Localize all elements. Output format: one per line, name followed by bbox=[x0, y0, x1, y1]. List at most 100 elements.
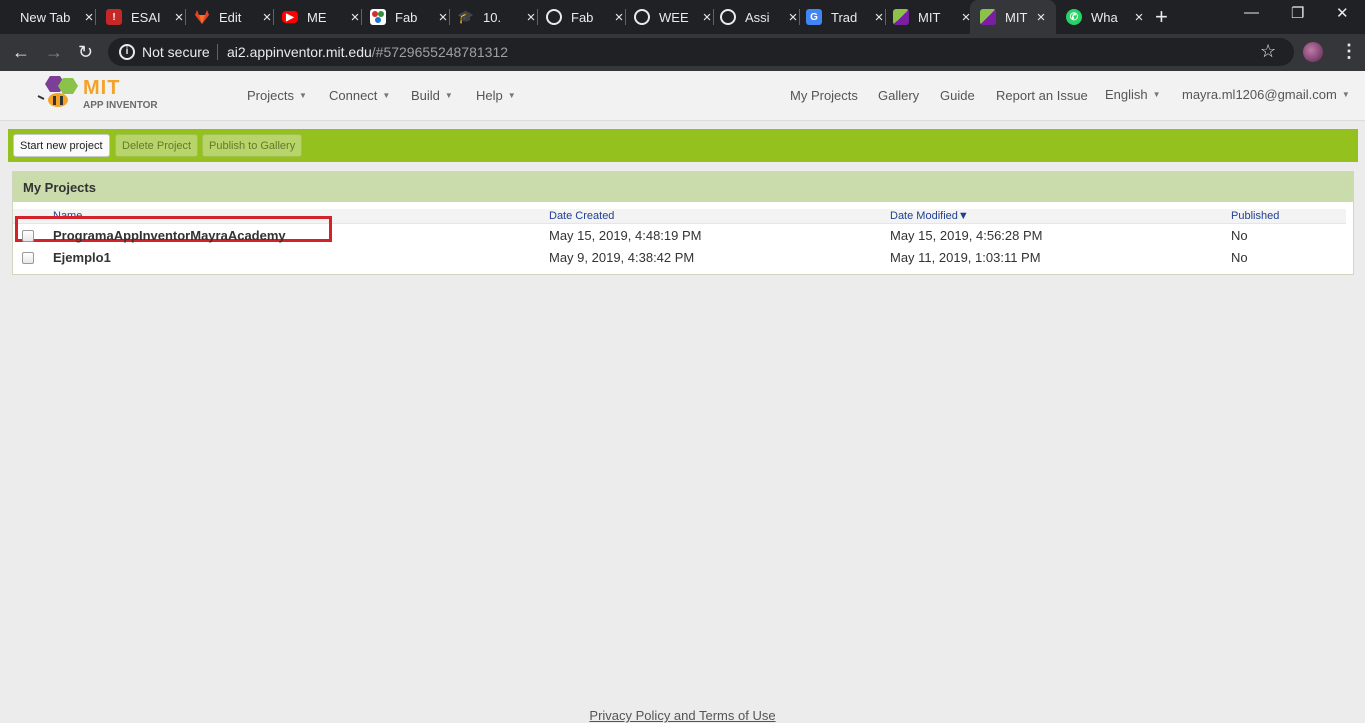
close-icon[interactable]: × bbox=[172, 9, 186, 26]
link-gallery[interactable]: Gallery bbox=[878, 88, 919, 103]
back-arrow-icon[interactable]: ← bbox=[12, 41, 30, 63]
tab-title: Assi bbox=[745, 9, 770, 25]
bookmark-star-icon[interactable]: ☆ bbox=[1260, 41, 1276, 62]
date-created: May 15, 2019, 4:48:19 PM bbox=[549, 228, 702, 243]
tab-separator bbox=[625, 9, 626, 25]
close-icon[interactable]: × bbox=[1132, 9, 1146, 26]
date-modified: May 11, 2019, 1:03:11 PM bbox=[890, 250, 1041, 265]
project-name[interactable]: Ejemplo1 bbox=[53, 250, 111, 265]
start-new-project-button[interactable]: Start new project bbox=[13, 134, 110, 157]
browser-tab[interactable]: WEE × bbox=[634, 0, 714, 34]
tab-title: Edit bbox=[219, 9, 242, 25]
delete-project-button[interactable]: Delete Project bbox=[115, 134, 199, 157]
gitlab-icon bbox=[194, 9, 210, 25]
table-row[interactable]: ProgramaAppInventorMayraAcademy May 15, … bbox=[13, 216, 1353, 247]
link-report-issue[interactable]: Report an Issue bbox=[996, 88, 1088, 103]
tab-title: MIT bbox=[1005, 9, 1028, 25]
app-inventor-logo[interactable]: MIT APP INVENTOR bbox=[36, 74, 160, 114]
reload-icon[interactable]: ↻ bbox=[78, 41, 93, 63]
tab-separator bbox=[885, 9, 886, 25]
fablab-icon bbox=[370, 9, 386, 25]
close-icon[interactable]: × bbox=[524, 9, 538, 26]
menu-kebab-icon[interactable]: ⋮ bbox=[1340, 40, 1358, 62]
address-bar[interactable]: i Not secure ai2.appinventor.mit.edu/#57… bbox=[108, 38, 1294, 66]
close-icon[interactable]: × bbox=[786, 9, 800, 26]
tab-separator bbox=[449, 9, 450, 25]
browser-tab[interactable]: ! ESAI × bbox=[106, 0, 186, 34]
close-icon[interactable]: × bbox=[1034, 9, 1048, 26]
security-label: Not secure bbox=[142, 44, 210, 60]
menu-build[interactable]: Build ▼ bbox=[411, 88, 453, 103]
app-inventor-icon bbox=[980, 9, 996, 25]
caret-down-icon: ▼ bbox=[1341, 90, 1350, 99]
published-status: No bbox=[1231, 250, 1248, 265]
logo-bee-icon bbox=[37, 76, 78, 107]
account-dropdown[interactable]: mayra.ml1206@gmail.com ▼ bbox=[1182, 87, 1350, 102]
row-checkbox[interactable] bbox=[22, 252, 34, 264]
tab-title: WEE bbox=[659, 9, 689, 25]
browser-tab[interactable]: ✆ Wha × bbox=[1066, 0, 1146, 34]
browser-tab[interactable]: New Tab × bbox=[12, 0, 96, 34]
tab-title: Fab bbox=[571, 9, 594, 25]
caret-down-icon: ▼ bbox=[298, 91, 307, 100]
browser-tab[interactable]: Edit × bbox=[194, 0, 274, 34]
projects-panel: My Projects Name Date Created Date Modif… bbox=[12, 171, 1354, 275]
logo-mit-text: MIT bbox=[83, 77, 121, 99]
column-label: Date Modified bbox=[890, 210, 958, 222]
whatsapp-icon: ✆ bbox=[1066, 9, 1082, 25]
table-row[interactable]: Ejemplo1 May 9, 2019, 4:38:42 PM May 11,… bbox=[13, 247, 1353, 269]
browser-tab[interactable]: Assi × bbox=[720, 0, 800, 34]
browser-tab[interactable]: ▶ ME × bbox=[282, 0, 362, 34]
language-dropdown[interactable]: English ▼ bbox=[1105, 87, 1161, 102]
close-window-icon[interactable]: ✕ bbox=[1336, 4, 1349, 22]
app-header: MIT APP INVENTOR Projects ▼ Connect ▼ Buil… bbox=[0, 71, 1365, 121]
close-icon[interactable]: × bbox=[872, 9, 886, 26]
link-my-projects[interactable]: My Projects bbox=[790, 88, 858, 103]
forward-arrow-icon[interactable]: → bbox=[45, 41, 63, 63]
browser-tab[interactable]: Fab × bbox=[370, 0, 450, 34]
browser-tab[interactable]: MIT × bbox=[893, 0, 973, 34]
account-email: mayra.ml1206@gmail.com bbox=[1182, 87, 1337, 102]
publish-to-gallery-button[interactable]: Publish to Gallery bbox=[202, 134, 303, 157]
menu-connect[interactable]: Connect ▼ bbox=[329, 88, 390, 103]
column-header-date-created[interactable]: Date Created bbox=[549, 210, 614, 222]
menu-help[interactable]: Help ▼ bbox=[476, 88, 516, 103]
globe-icon bbox=[546, 9, 562, 25]
url-text[interactable]: ai2.appinventor.mit.edu/#572965524878131… bbox=[227, 44, 508, 60]
tab-separator bbox=[95, 9, 96, 25]
menu-projects[interactable]: Projects ▼ bbox=[247, 88, 307, 103]
url-separator bbox=[217, 44, 218, 60]
menu-label: Connect bbox=[329, 88, 378, 103]
minimize-icon[interactable]: — bbox=[1244, 4, 1259, 21]
close-icon[interactable]: × bbox=[82, 9, 96, 26]
close-icon[interactable]: × bbox=[612, 9, 626, 26]
date-modified: May 15, 2019, 4:56:28 PM bbox=[890, 228, 1043, 243]
browser-tab[interactable]: G Trad × bbox=[806, 0, 886, 34]
privacy-policy-link[interactable]: Privacy Policy and Terms of Use bbox=[0, 708, 1365, 723]
browser-tab-active[interactable]: MIT × bbox=[970, 0, 1056, 34]
restore-icon[interactable]: ❐ bbox=[1291, 4, 1304, 22]
app-inventor-icon bbox=[893, 9, 909, 25]
close-icon[interactable]: × bbox=[700, 9, 714, 26]
close-icon[interactable]: × bbox=[436, 9, 450, 26]
project-name[interactable]: ProgramaAppInventorMayraAcademy bbox=[53, 228, 286, 243]
sort-desc-icon: ▼ bbox=[957, 210, 969, 222]
globe-icon bbox=[634, 9, 650, 25]
info-icon[interactable]: i bbox=[119, 44, 135, 60]
translate-icon: G bbox=[806, 9, 822, 25]
menu-label: Build bbox=[411, 88, 440, 103]
tab-strip: New Tab × ! ESAI × Edit × ▶ ME × Fab × 🎓… bbox=[0, 0, 1365, 34]
new-tab-button[interactable]: + bbox=[1155, 6, 1168, 28]
published-status: No bbox=[1231, 228, 1248, 243]
browser-tab[interactable]: 🎓 10. × bbox=[458, 0, 538, 34]
close-icon[interactable]: × bbox=[260, 9, 274, 26]
close-icon[interactable]: × bbox=[348, 9, 362, 26]
column-header-published[interactable]: Published bbox=[1231, 210, 1279, 222]
profile-avatar[interactable] bbox=[1303, 42, 1323, 62]
row-checkbox[interactable] bbox=[22, 230, 34, 242]
tab-separator bbox=[185, 9, 186, 25]
link-guide[interactable]: Guide bbox=[940, 88, 975, 103]
browser-tab[interactable]: Fab × bbox=[546, 0, 626, 34]
column-header-date-modified[interactable]: Date Modified▼ bbox=[890, 210, 969, 222]
tab-separator bbox=[713, 9, 714, 25]
